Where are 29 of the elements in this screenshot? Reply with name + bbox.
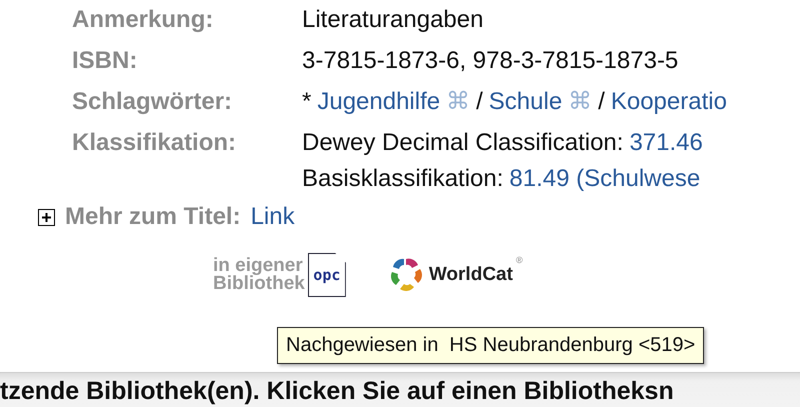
bar-heading: tzende Bibliothek(en). Klicken Sie auf einen Bibliotheksn (0, 376, 674, 406)
field-label: Klassifikation: (72, 128, 238, 158)
keyword-link[interactable]: Kooperatio (610, 84, 727, 120)
symbol-text: ⌘ (446, 87, 470, 117)
value-text: / (598, 87, 605, 117)
registered-mark: ® (516, 255, 523, 265)
plus-icon (41, 212, 52, 222)
more-link[interactable]: Link (250, 203, 295, 231)
keyword-link[interactable]: Jugendhilfe (317, 84, 440, 120)
field-label: Anmerkung: (72, 5, 214, 35)
field-label: Schlagwörter: (72, 87, 234, 117)
keyword-link[interactable]: 81.49 (Schulwese (509, 161, 700, 197)
value-text: * (302, 87, 312, 117)
own-library-text: Bibliothek (213, 275, 305, 293)
document-icon[interactable]: opc (308, 253, 346, 297)
value-text: Literaturangaben (302, 5, 484, 35)
expand-button[interactable] (38, 208, 55, 226)
value-text: / (476, 87, 483, 117)
worldcat-text[interactable]: WorldCat (428, 264, 513, 286)
value-text: Dewey Decimal Classification: (302, 128, 624, 158)
more-label: Mehr zum Titel: (65, 203, 241, 231)
keyword-link[interactable]: Schule (488, 84, 562, 120)
keyword-link[interactable]: 371.46 (629, 125, 703, 161)
value-text: Basisklassifikation: (302, 164, 504, 194)
own-library-text: in eigener (213, 257, 303, 275)
tooltip: Nachgewiesen in HS Neubrandenburg <519> (277, 327, 704, 364)
value-text: 3-7815-1873-6, 978-3-7815-1873-5 (302, 46, 678, 76)
field-label: ISBN: (72, 46, 138, 76)
symbol-text: ⌘ (568, 87, 592, 117)
